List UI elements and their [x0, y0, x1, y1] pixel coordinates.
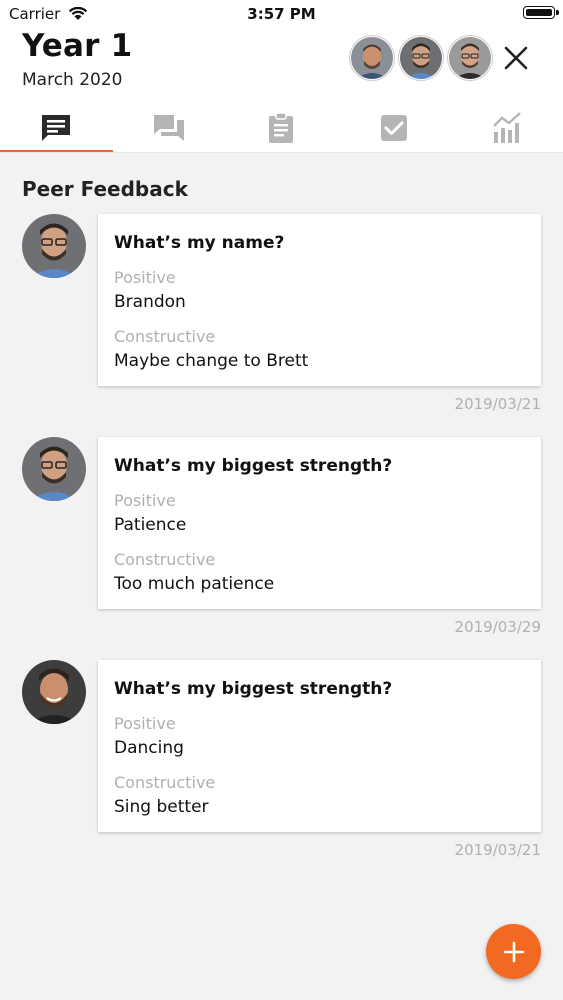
- positive-value: Brandon: [114, 292, 186, 312]
- battery-icon: [523, 6, 559, 19]
- constructive-label: Constructive: [114, 773, 216, 792]
- feedback-card[interactable]: What’s my biggest strength? Positive Pat…: [98, 437, 541, 609]
- avatar-face-icon: [400, 37, 442, 79]
- page-title: Year 1: [22, 28, 133, 64]
- participant-avatar-2[interactable]: [399, 36, 443, 80]
- constructive-label: Constructive: [114, 327, 216, 346]
- close-icon: [504, 46, 528, 70]
- tab-analytics[interactable]: [450, 102, 563, 153]
- feedback-item: What’s my name? Positive Brandon Constru…: [0, 214, 563, 419]
- feedback-date: 2019/03/29: [454, 618, 541, 636]
- constructive-value: Too much patience: [114, 574, 275, 594]
- chat-icon: [153, 114, 184, 141]
- status-bar: Carrier 3:57 PM: [0, 0, 563, 30]
- tab-conversations[interactable]: [113, 102, 226, 153]
- constructive-label: Constructive: [114, 550, 216, 569]
- participant-avatar-3[interactable]: [448, 36, 492, 80]
- status-time: 3:57 PM: [247, 5, 316, 23]
- reviewer-avatar[interactable]: [22, 214, 86, 278]
- reviewer-avatar[interactable]: [22, 660, 86, 724]
- feedback-question: What’s my name?: [114, 233, 285, 253]
- positive-label: Positive: [114, 491, 176, 510]
- plus-icon: [503, 941, 524, 962]
- avatar-face-icon: [22, 437, 86, 501]
- constructive-value: Sing better: [114, 797, 209, 817]
- tab-goals[interactable]: [338, 102, 451, 153]
- tab-divider: [0, 152, 563, 153]
- section-title: Peer Feedback: [22, 177, 188, 201]
- positive-value: Dancing: [114, 738, 184, 758]
- positive-value: Patience: [114, 515, 187, 535]
- participant-avatar-1[interactable]: [350, 36, 394, 80]
- constructive-value: Maybe change to Brett: [114, 351, 309, 371]
- analytics-icon: [492, 111, 521, 143]
- add-feedback-button[interactable]: [486, 924, 541, 979]
- positive-label: Positive: [114, 268, 176, 287]
- tab-assessments[interactable]: [225, 102, 338, 153]
- avatar-face-icon: [22, 660, 86, 724]
- feedback-item: What’s my biggest strength? Positive Dan…: [0, 660, 563, 865]
- tab-peer-feedback[interactable]: [0, 102, 113, 153]
- reviewer-avatar[interactable]: [22, 437, 86, 501]
- tab-bar: [0, 102, 563, 153]
- feedback-question: What’s my biggest strength?: [114, 456, 393, 476]
- feedback-date: 2019/03/21: [454, 395, 541, 413]
- avatar-face-icon: [22, 214, 86, 278]
- feedback-card[interactable]: What’s my name? Positive Brandon Constru…: [98, 214, 541, 386]
- avatar-face-icon: [351, 37, 393, 79]
- feedback-card[interactable]: What’s my biggest strength? Positive Dan…: [98, 660, 541, 832]
- feedback-item: What’s my biggest strength? Positive Pat…: [0, 437, 563, 642]
- feedback-icon: [42, 114, 71, 141]
- feedback-question: What’s my biggest strength?: [114, 679, 393, 699]
- clipboard-icon: [269, 111, 294, 143]
- avatar-face-icon: [449, 37, 491, 79]
- page-subtitle: March 2020: [22, 70, 123, 90]
- header: Year 1 March 2020: [0, 28, 563, 153]
- positive-label: Positive: [114, 714, 176, 733]
- checkbox-icon: [381, 114, 408, 141]
- feedback-date: 2019/03/21: [454, 841, 541, 859]
- close-button[interactable]: [498, 40, 534, 76]
